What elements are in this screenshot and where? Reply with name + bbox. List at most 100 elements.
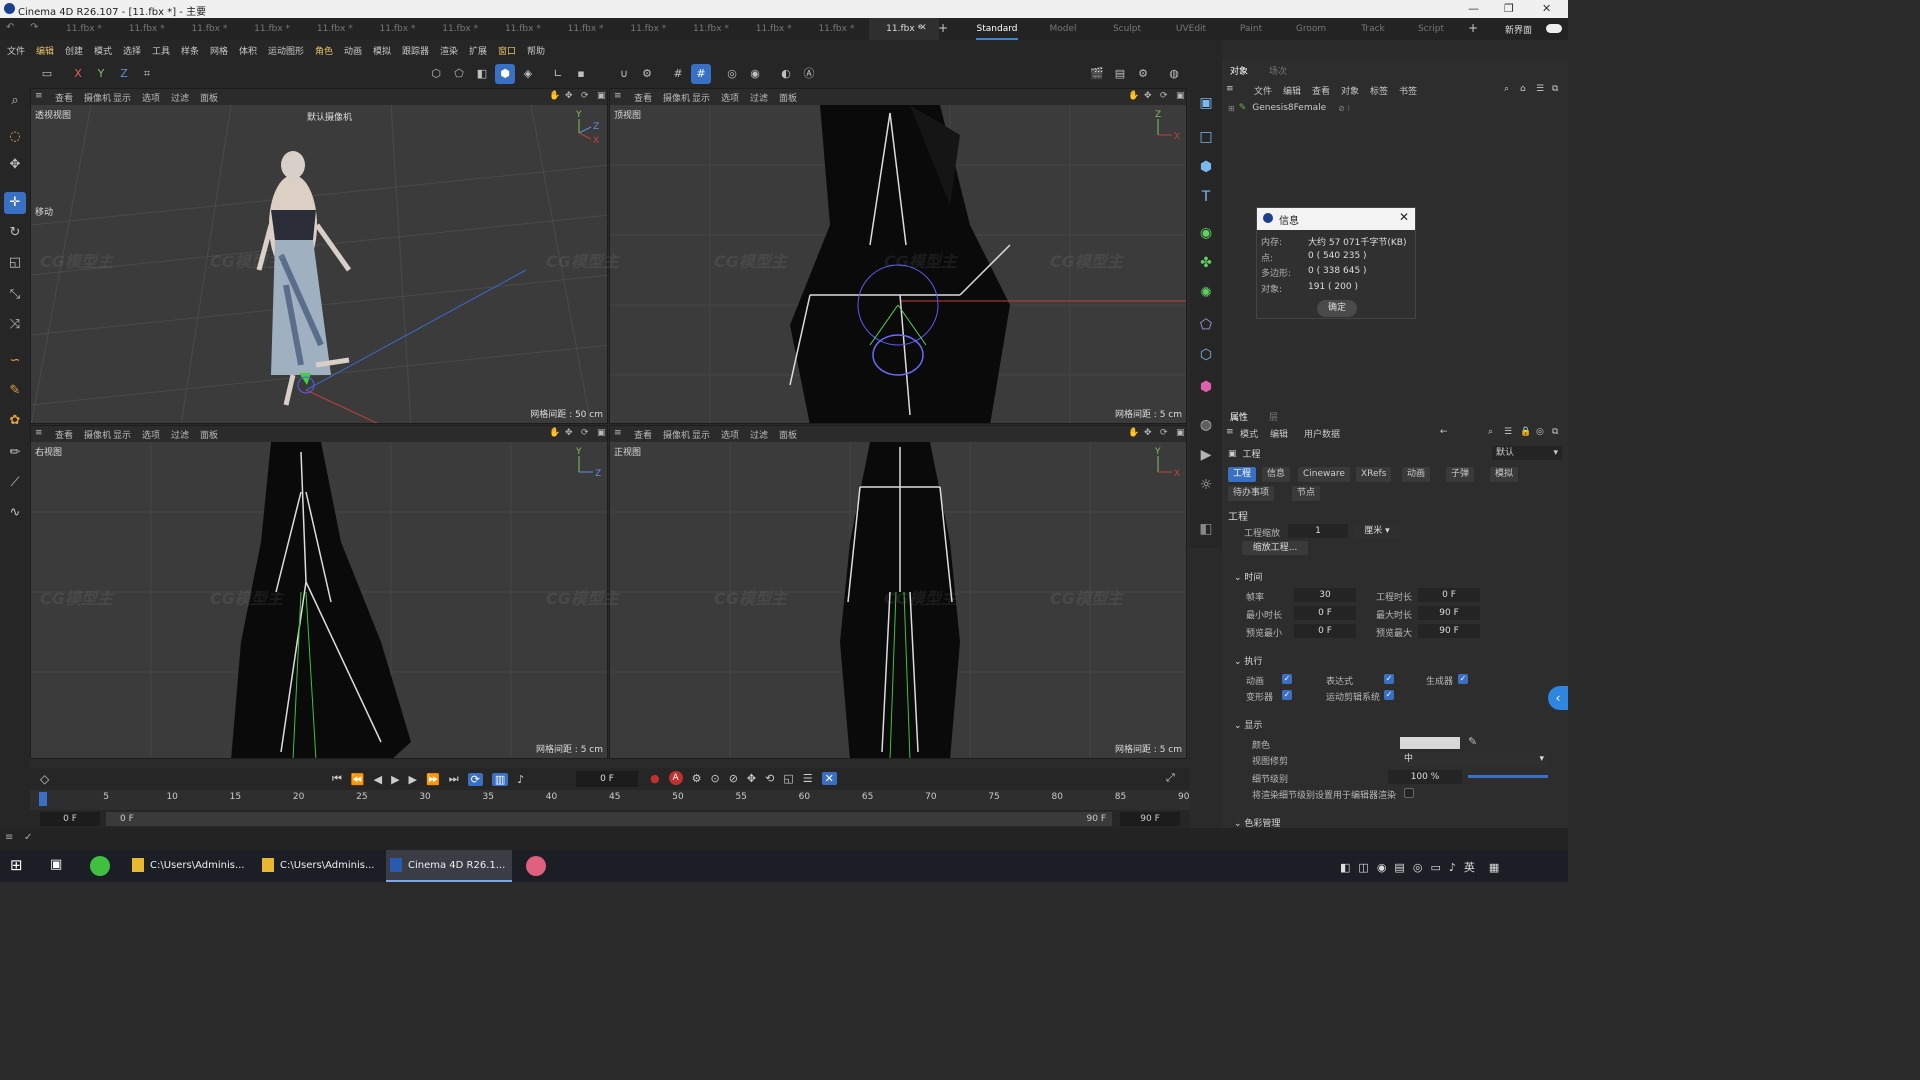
- menu-item[interactable]: 工具: [152, 44, 170, 57]
- menu-item[interactable]: 文件: [7, 44, 25, 57]
- timeline-ruler[interactable]: 051015202530354045505560657075808590: [30, 790, 1190, 810]
- pla-key-icon[interactable]: ✕: [821, 771, 837, 785]
- render-lod-checkbox[interactable]: [1404, 788, 1414, 798]
- viewport-menu-item[interactable]: 查看: [55, 91, 73, 104]
- axis-z-toggle[interactable]: Z: [114, 64, 134, 84]
- cloner-icon[interactable]: ✤: [1195, 252, 1217, 274]
- redo-icon[interactable]: ↷: [30, 22, 38, 33]
- magnet-icon[interactable]: ∪: [614, 64, 634, 84]
- minimize-button[interactable]: —: [1468, 2, 1479, 15]
- select-tool-icon[interactable]: ◌: [4, 126, 26, 148]
- viewport-menu-item[interactable]: 显示: [113, 428, 131, 441]
- viewport-solo-icon[interactable]: ◐: [776, 64, 796, 84]
- attr-subtab[interactable]: XRefs: [1356, 467, 1392, 482]
- new-layout-label[interactable]: 新界面: [1505, 23, 1532, 36]
- prev-frame-icon[interactable]: ◀: [374, 773, 382, 786]
- lod-slider-track[interactable]: [1468, 775, 1548, 778]
- om-menu-object[interactable]: 对象: [1341, 84, 1359, 97]
- position-key-icon[interactable]: ✥: [747, 772, 756, 785]
- hamburger-icon[interactable]: ≡: [614, 428, 622, 438]
- viewport-menu-item[interactable]: 查看: [55, 428, 73, 441]
- preset-dropdown[interactable]: 默认 ▾: [1492, 446, 1562, 460]
- max-length-input[interactable]: 90 F: [1418, 606, 1480, 620]
- viewport-front[interactable]: ≡ 查看 摄像机 显示 选项 过滤 面板 ✋ ✥ ⟳ ▣ 正视图 Y X 网格间距 : 5 cm: [609, 425, 1187, 759]
- hamburger-icon[interactable]: ≡: [35, 91, 43, 101]
- attr-subtab[interactable]: 工程: [1228, 467, 1257, 482]
- color-swatch[interactable]: [1400, 737, 1460, 749]
- doc-tab[interactable]: 11.fbx *: [242, 18, 302, 40]
- filter-icon[interactable]: ☰: [1504, 427, 1512, 437]
- generator-icon[interactable]: ◉: [1195, 222, 1217, 244]
- record-icon[interactable]: ●: [650, 772, 660, 785]
- rotate-view-icon[interactable]: ⟳: [581, 91, 589, 101]
- preview-min-input[interactable]: 0 F: [1294, 624, 1356, 638]
- camera-icon[interactable]: ▶: [1195, 444, 1217, 466]
- next-key-icon[interactable]: ⏩: [426, 773, 440, 786]
- collapse-panel-button[interactable]: ‹: [1548, 686, 1568, 710]
- rotate-tool-icon[interactable]: ↻: [4, 222, 26, 244]
- rotate-view-icon[interactable]: ⟳: [581, 428, 589, 438]
- scale-project-button[interactable]: 缩放工程...: [1242, 541, 1308, 555]
- windows-start-icon[interactable]: ⊞: [10, 856, 23, 874]
- joint-tool-icon[interactable]: ⤨: [4, 314, 26, 336]
- volume-icon[interactable]: ♪: [1449, 861, 1456, 874]
- doc-tab[interactable]: 11.fbx *: [368, 18, 428, 40]
- home-icon[interactable]: ⌂: [1520, 84, 1526, 94]
- view-clip-dropdown[interactable]: 中 ▾: [1400, 752, 1548, 766]
- doc-tab[interactable]: 11.fbx *: [117, 18, 177, 40]
- knife-icon[interactable]: ⟋: [4, 472, 26, 494]
- om-menu-view[interactable]: 查看: [1312, 84, 1330, 97]
- doc-tab[interactable]: 11.fbx *: [744, 18, 804, 40]
- exec-animation-checkbox[interactable]: ✓: [1282, 674, 1292, 684]
- viewport-menu-item[interactable]: 查看: [634, 428, 652, 441]
- points-mode-icon[interactable]: ⬡: [426, 64, 446, 84]
- next-frame-icon[interactable]: ▶: [409, 773, 417, 786]
- cube-icon[interactable]: ▣: [1195, 92, 1217, 114]
- menu-item[interactable]: 样条: [181, 44, 199, 57]
- search-icon[interactable]: ⌕: [4, 90, 26, 112]
- maximize-view-icon[interactable]: ▣: [597, 428, 606, 438]
- layout-tab-standard[interactable]: Standard: [976, 18, 1018, 40]
- viewport-menu-item[interactable]: 查看: [634, 91, 652, 104]
- doc-tab[interactable]: 11.fbx *: [556, 18, 616, 40]
- lod-input[interactable]: 100 %: [1388, 770, 1462, 784]
- scale-input[interactable]: 1: [1288, 524, 1348, 538]
- viewport-menu-item[interactable]: 过滤: [171, 91, 189, 104]
- maximize-view-icon[interactable]: ▣: [1176, 428, 1185, 438]
- primitive-icon[interactable]: ⬢: [1195, 156, 1217, 178]
- layout-tab-script[interactable]: Script: [1408, 18, 1454, 40]
- viewport-menu-item[interactable]: 显示: [692, 428, 710, 441]
- ime-label[interactable]: 英: [1464, 859, 1475, 875]
- attr-subtab[interactable]: 信息: [1262, 467, 1291, 482]
- menu-item[interactable]: 运动图形: [268, 44, 304, 57]
- viewport-top[interactable]: ≡ 查看 摄像机 显示 选项 过滤 面板 ✋ ✥ ⟳ ▣ 顶视图 Z X 网格间距 : 5 cm: [609, 88, 1187, 424]
- transform-tool-icon[interactable]: ⤡: [4, 284, 26, 306]
- brush-icon[interactable]: ✏: [4, 442, 26, 464]
- redshift-icon[interactable]: ◍: [1164, 64, 1184, 84]
- pan-icon[interactable]: ✋: [1128, 91, 1139, 101]
- section-display[interactable]: ⌄ 显示: [1234, 718, 1262, 731]
- attr-subtab[interactable]: 待办事项: [1228, 486, 1275, 501]
- light-icon[interactable]: ☼: [1195, 474, 1217, 496]
- grid-snap-icon[interactable]: #: [668, 64, 688, 84]
- layout-tab-groom[interactable]: Groom: [1288, 18, 1334, 40]
- hamburger-icon[interactable]: ≡: [5, 832, 13, 843]
- paint-icon[interactable]: ✿: [4, 410, 26, 432]
- range-slider[interactable]: 0 F 90 F: [106, 812, 1112, 826]
- close-tab-icon[interactable]: ✕: [919, 23, 927, 33]
- sound-icon[interactable]: ♪: [517, 773, 524, 786]
- pan-icon[interactable]: ✋: [1128, 428, 1139, 438]
- keyframe-icon[interactable]: ⊙: [710, 772, 719, 785]
- network-icon[interactable]: ▭: [1430, 861, 1440, 874]
- environment-icon[interactable]: ◍: [1195, 414, 1217, 436]
- object-row[interactable]: ⊞ ✎ Genesis8Female ⊘ ⁝: [1228, 103, 1350, 113]
- attr-subtab[interactable]: 模拟: [1490, 467, 1519, 482]
- project-length-input[interactable]: 0 F: [1418, 588, 1480, 602]
- prev-key-icon[interactable]: ⏪: [351, 773, 365, 786]
- null-icon[interactable]: ⬡: [1195, 344, 1217, 366]
- doc-tab[interactable]: 11.fbx *: [179, 18, 239, 40]
- menu-item[interactable]: 模拟: [373, 44, 391, 57]
- exec-motion-checkbox[interactable]: ✓: [1384, 690, 1394, 700]
- menu-item[interactable]: 帮助: [527, 44, 545, 57]
- pan-icon[interactable]: ✋: [549, 91, 560, 101]
